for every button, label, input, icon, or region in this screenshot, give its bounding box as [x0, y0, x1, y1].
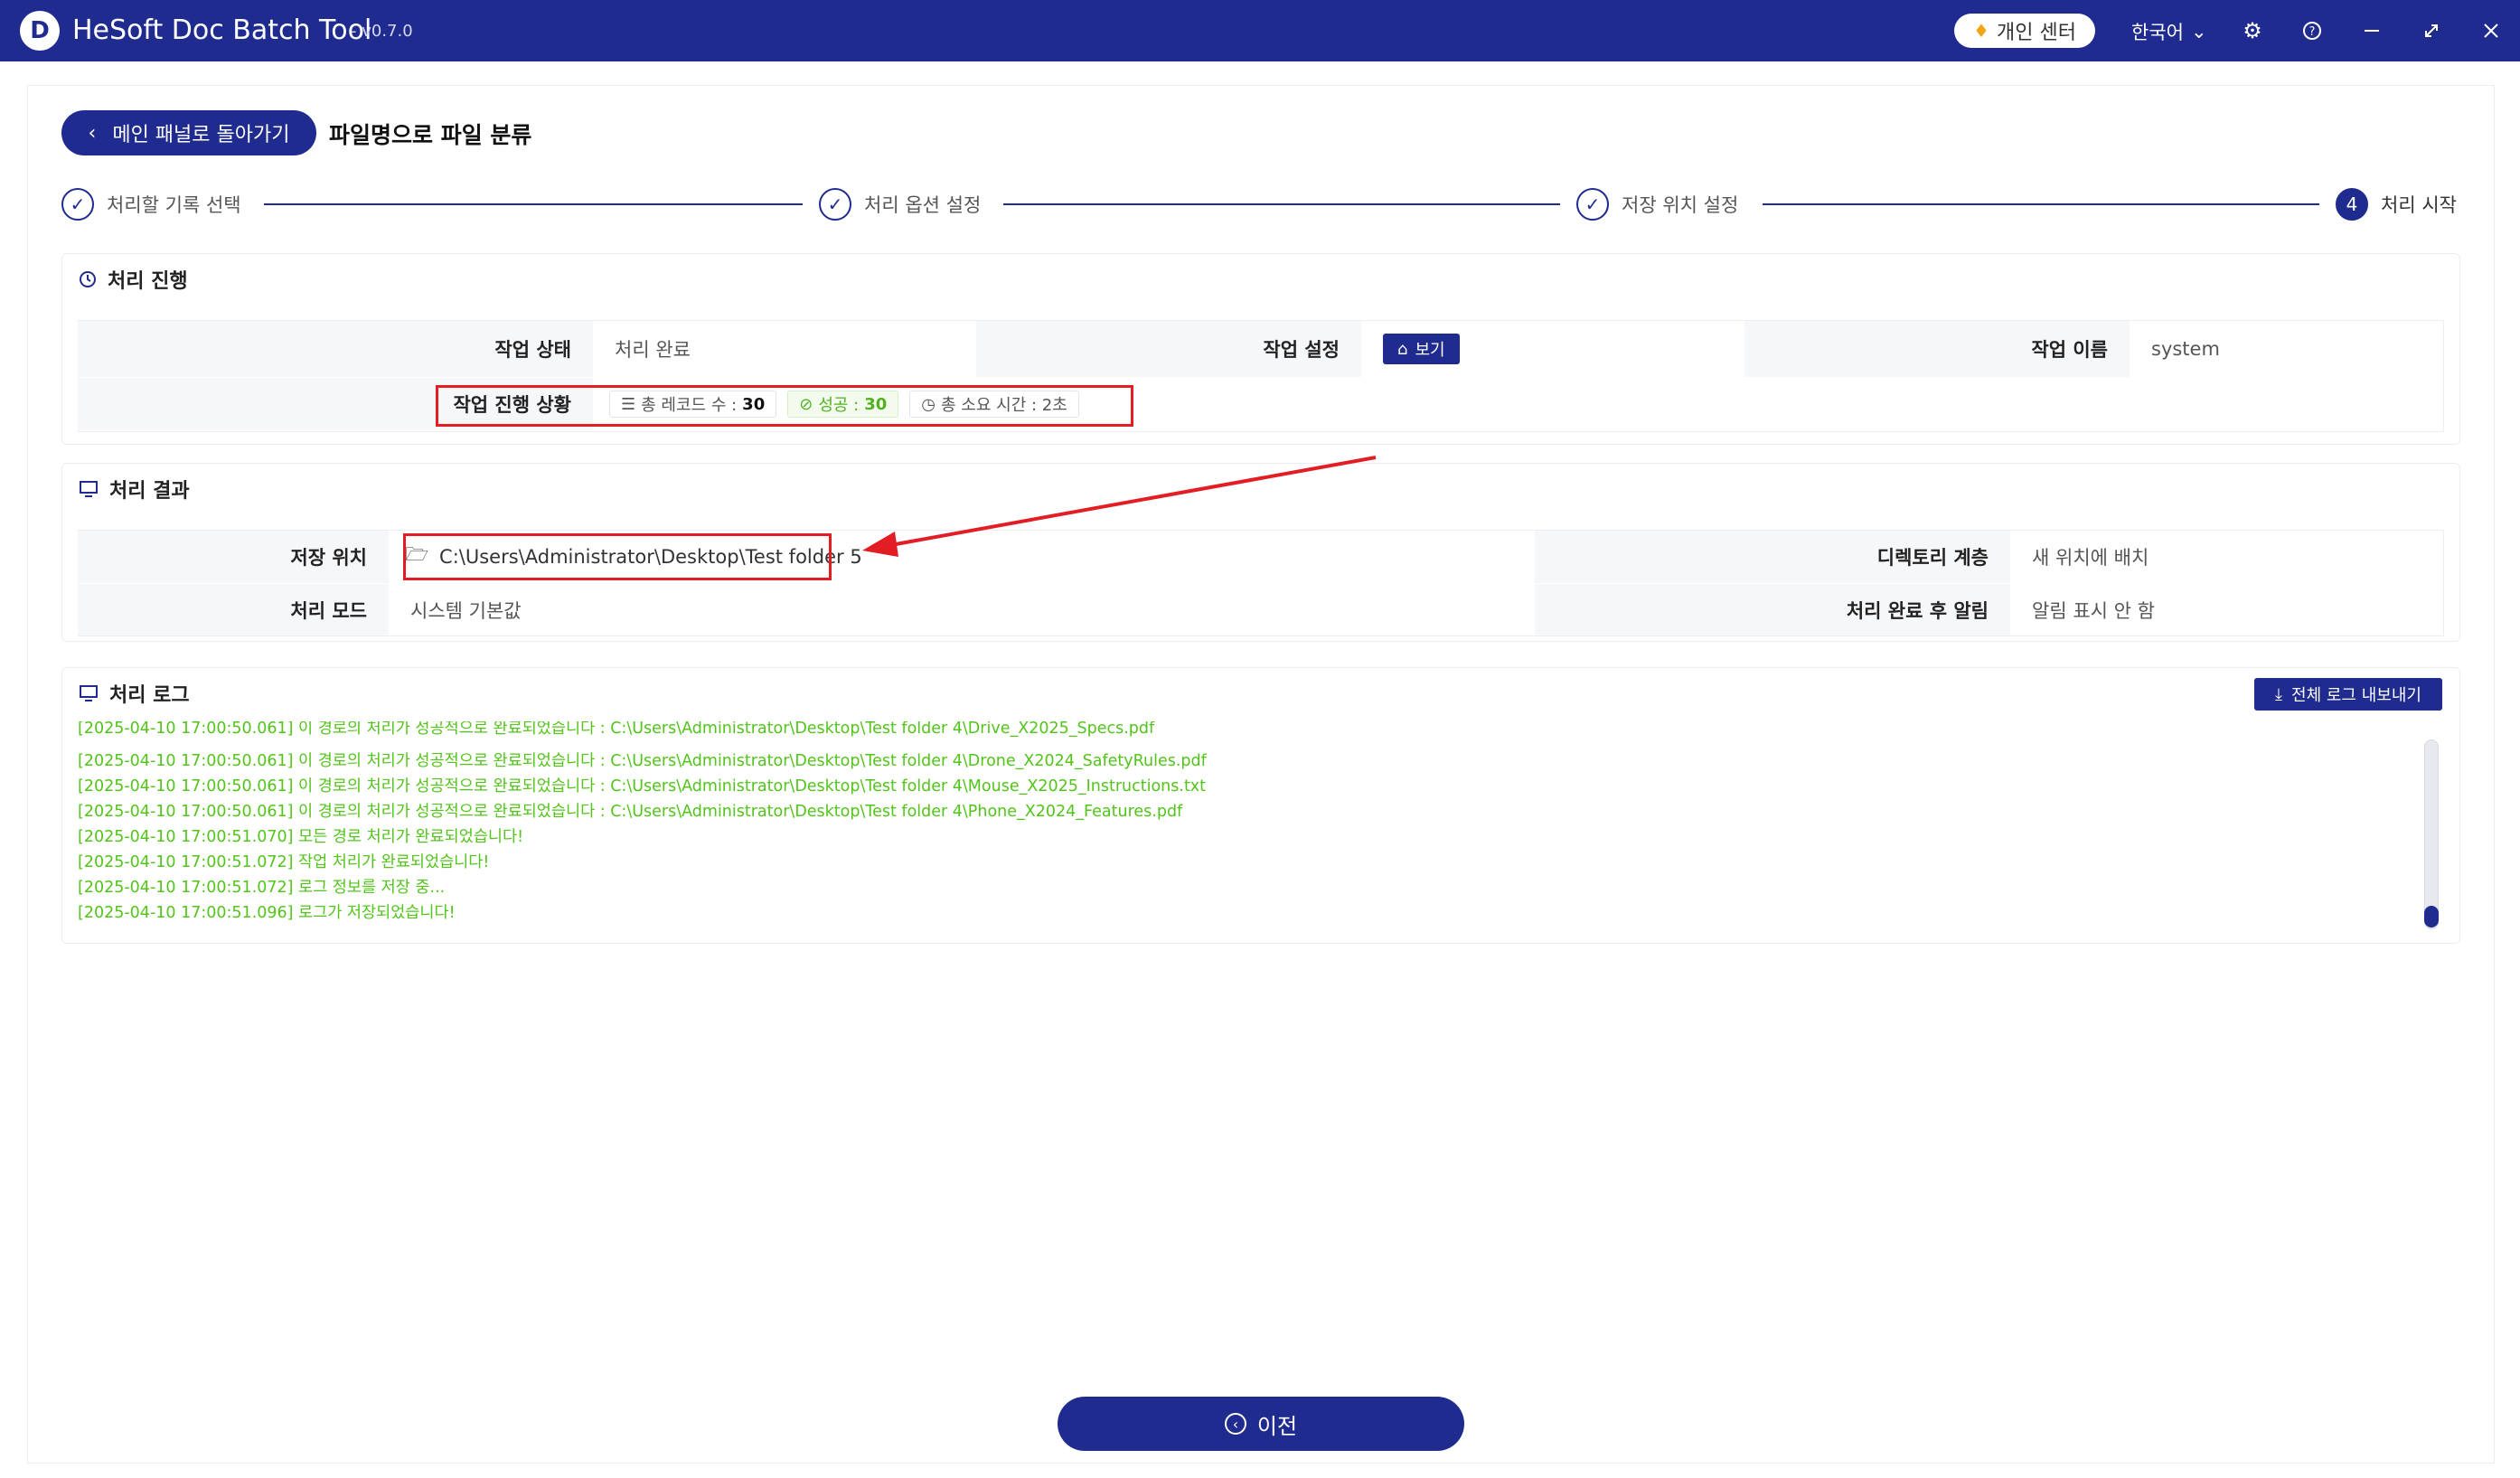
- export-label: 전체 로그 내보내기: [2291, 686, 2421, 705]
- monitor-icon: [80, 685, 98, 701]
- log-line: [2025-04-10 17:00:50.061] 이 경로의 처리가 성공적으…: [78, 777, 1207, 795]
- chevron-left-circle-icon: ‹: [1224, 1413, 1246, 1435]
- log-line: [2025-04-10 17:00:50.061] 이 경로의 처리가 성공적으…: [78, 721, 1155, 738]
- previous-label: 이전: [1256, 1413, 1298, 1439]
- log-line: [2025-04-10 17:00:51.072] 로그 정보를 저장 중...: [78, 879, 446, 897]
- export-all-logs-button[interactable]: ⤓ 전체 로그 내보내기: [2254, 678, 2442, 711]
- panel-title: 처리 로그: [109, 684, 190, 707]
- log-scrollbar-thumb[interactable]: [2424, 906, 2439, 927]
- log-panel-header: 처리 로그: [79, 679, 190, 708]
- log-line: [2025-04-10 17:00:51.072] 작업 처리가 완료되었습니다…: [78, 853, 490, 871]
- previous-button[interactable]: ‹ 이전: [1058, 1397, 1464, 1451]
- download-icon: ⤓: [2275, 684, 2283, 704]
- log-scrollbar-track[interactable]: [2424, 739, 2439, 929]
- log-viewport[interactable]: [2025-04-10 17:00:50.061] 이 경로의 처리가 성공적으…: [78, 721, 2419, 931]
- log-line: [2025-04-10 17:00:51.096] 로그가 저장되었습니다!: [78, 904, 456, 922]
- log-line: [2025-04-10 17:00:50.061] 이 경로의 처리가 성공적으…: [78, 752, 1207, 770]
- log-line: [2025-04-10 17:00:51.070] 모든 경로 처리가 완료되었…: [78, 828, 524, 846]
- log-line: [2025-04-10 17:00:50.061] 이 경로의 처리가 성공적으…: [78, 803, 1183, 821]
